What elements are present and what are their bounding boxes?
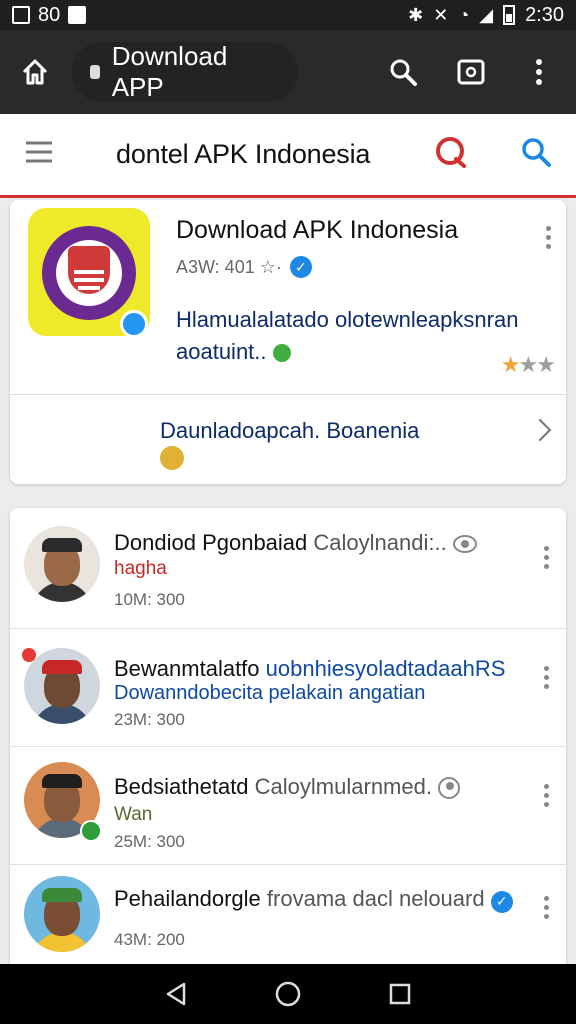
site-header: dontel APK Indonesia <box>0 114 576 198</box>
list-item-menu-icon[interactable] <box>542 896 550 919</box>
check-circle-icon <box>438 777 461 800</box>
list-item-time: 23M: 300 <box>114 710 185 729</box>
back-icon[interactable] <box>161 979 191 1009</box>
list-item-subtitle: Dowanndobecita pelakain angatian <box>114 682 426 704</box>
bluetooth-icon: ✱ <box>408 5 424 25</box>
list-item-time: 25M: 300 <box>114 832 185 851</box>
avatar <box>24 876 100 952</box>
chat-icon[interactable] <box>434 135 468 174</box>
featured-description: Hlamualalatado olotewnleapksnran aoatuin… <box>176 304 548 368</box>
featured-app-card[interactable]: Download APK Indonesia A3W: 401 ☆· ✓ Hla… <box>10 200 566 484</box>
list-item-title: Bedsiathetatd Caloylmularnmed. <box>114 774 461 800</box>
list-item[interactable]: Bedsiathetatd Caloylmularnmed. Wan 25M: … <box>10 748 566 864</box>
list-item-subtitle: hagha <box>114 558 167 579</box>
eye-icon <box>452 535 477 554</box>
app-notification-icon <box>68 6 87 24</box>
browser-toolbar: Download APP <box>0 30 576 114</box>
verified-icon: ✓ <box>490 890 513 913</box>
avatar <box>24 526 100 602</box>
avatar <box>24 648 100 724</box>
chevron-right-icon[interactable] <box>528 418 552 442</box>
address-bar[interactable]: Download APP <box>72 41 298 102</box>
list-item-menu-icon[interactable] <box>542 784 550 807</box>
verified-icon: ✓ <box>289 256 312 278</box>
status-bar: 80 ✱ ✕ ◔ ◢ 2:30 <box>0 0 576 30</box>
app-icon <box>28 208 150 338</box>
featured-meta-text: A3W: 401 ☆· <box>176 256 282 277</box>
row-divider <box>10 746 566 747</box>
recents-icon[interactable] <box>385 979 415 1009</box>
list-item-time: 10M: 300 <box>114 590 185 609</box>
status-left-text: 80 <box>38 3 61 26</box>
site-search-icon[interactable] <box>520 136 552 173</box>
signal-icon: ◢ <box>479 5 494 25</box>
search-icon[interactable] <box>386 55 420 89</box>
site-title: dontel APK Indonesia <box>116 139 371 169</box>
tabs-icon[interactable] <box>454 55 488 89</box>
featured-menu-icon[interactable] <box>544 226 552 249</box>
list-item-subtitle: Wan <box>114 804 153 825</box>
list-item[interactable]: Pehailandorgle frovama dacl nelouard ✓ 4… <box>10 866 566 978</box>
nfc-icon: ✕ <box>433 5 449 25</box>
live-badge-icon <box>22 648 36 662</box>
featured-title: Download APK Indonesia <box>176 216 459 244</box>
star-icon: ★ <box>500 352 521 377</box>
overflow-menu-icon[interactable] <box>522 55 556 89</box>
featured-link[interactable]: Daunladoapcah. Boanenia <box>160 418 419 444</box>
row-divider <box>10 864 566 865</box>
status-time: 2:30 <box>525 3 564 26</box>
link-badge-icon <box>160 446 184 470</box>
notification-icon <box>12 6 30 24</box>
star-icon: ★★ <box>518 352 556 377</box>
wifi-icon: ◔ <box>458 5 470 25</box>
hamburger-menu-icon[interactable] <box>24 140 54 169</box>
app-list: Dondiod Pgonbaiad Caloylnandi:.. hagha 1… <box>10 508 566 978</box>
card-divider <box>10 394 566 395</box>
system-nav-bar <box>0 964 576 1024</box>
list-item-title: Dondiod Pgonbaiad Caloylnandi:.. <box>114 530 477 556</box>
rating-stars: ★★★ <box>500 352 556 378</box>
leaf-icon <box>272 344 291 363</box>
lock-icon <box>90 65 100 79</box>
list-item[interactable]: Dondiod Pgonbaiad Caloylnandi:.. hagha 1… <box>10 508 566 628</box>
list-item-time: 43M: 200 <box>114 930 185 949</box>
row-divider <box>10 628 566 629</box>
home-icon[interactable] <box>14 51 56 93</box>
list-item-title: Bewanmtalatfo uobnhiesyoladtadaahRS <box>114 656 506 681</box>
featured-description-line2: aoatuint.. <box>176 339 267 364</box>
battery-icon <box>503 5 516 25</box>
list-item[interactable]: Bewanmtalatfo uobnhiesyoladtadaahRS Dowa… <box>10 630 566 746</box>
verified-badge-icon <box>80 820 102 842</box>
list-item-menu-icon[interactable] <box>542 666 550 689</box>
featured-description-line1: Hlamualalatado olotewnleapksnran <box>176 307 519 332</box>
sync-badge-icon <box>120 310 148 338</box>
list-item-title: Pehailandorgle frovama dacl nelouard ✓ <box>114 886 513 913</box>
home-nav-icon[interactable] <box>273 979 303 1009</box>
address-bar-text: Download APP <box>111 41 228 102</box>
featured-meta: A3W: 401 ☆· ✓ <box>176 256 312 278</box>
list-item-menu-icon[interactable] <box>542 546 550 569</box>
